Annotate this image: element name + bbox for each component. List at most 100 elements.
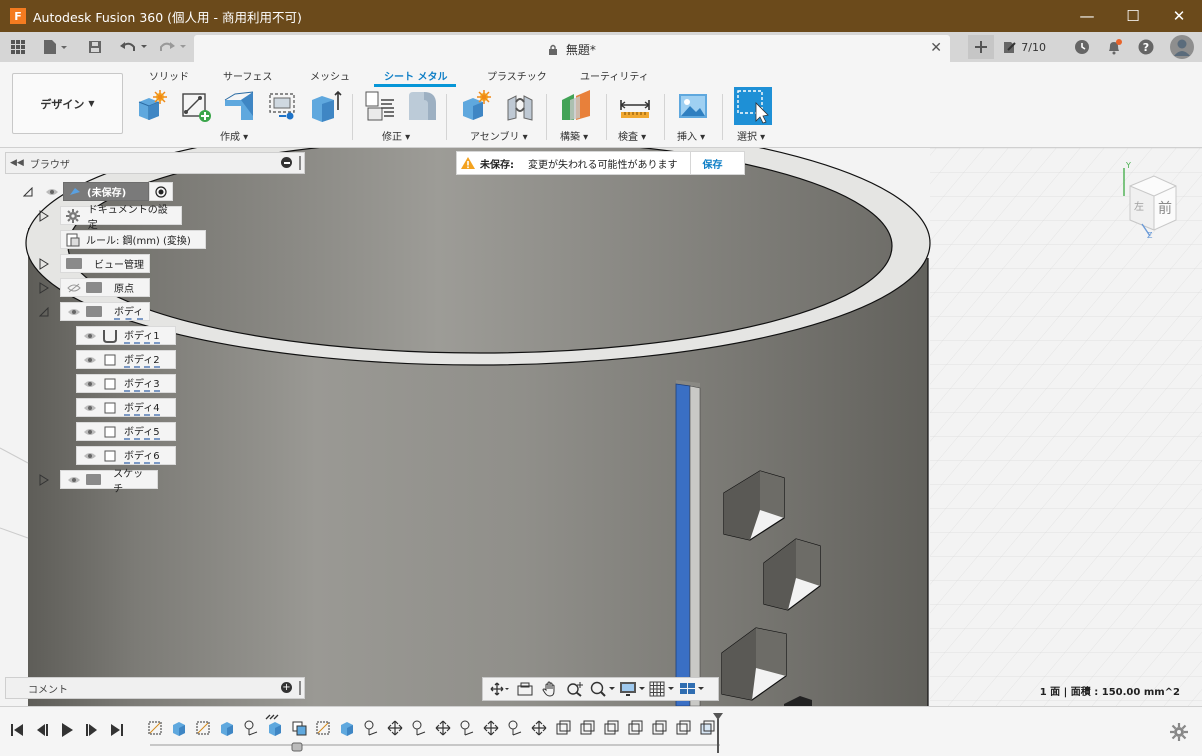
tree-item-doc-settings[interactable]: ドキュメントの設定 [38,205,182,231]
timeline-feature-sketch[interactable] [147,720,163,736]
tab-plastic[interactable]: プラスチック [487,68,547,83]
visibility-eye-icon[interactable] [82,402,98,414]
tree-item-rule[interactable]: ルール: 鋼(mm) (変換) [60,230,206,249]
tree-item-body[interactable]: ボディ5 [76,422,176,441]
timeline-feature-joint[interactable] [411,720,427,736]
tree-item-views[interactable]: ビュー管理 [38,254,150,273]
visibility-eye-icon[interactable] [82,330,98,342]
tree-item-bodies[interactable]: ボディ [38,302,150,321]
user-avatar[interactable] [1162,35,1202,59]
timeline-feature-extrude[interactable] [267,720,283,736]
pan-hand-icon[interactable] [537,679,562,699]
step-back-icon[interactable] [35,723,49,737]
browser-panel-header[interactable]: ◀◀ ブラウザ [5,152,305,174]
close-tab-icon[interactable]: ✕ [930,40,942,56]
timeline-feature-sheet-metal[interactable] [675,720,691,736]
notification-bell-icon[interactable] [1098,39,1130,55]
timeline-feature-sheet-metal[interactable] [555,720,571,736]
group-select[interactable]: 選択 ▾ [737,128,765,143]
save-link[interactable]: 保存 [703,156,723,171]
timeline-feature-extrude[interactable] [339,720,355,736]
timeline-settings-gear-icon[interactable] [1170,723,1188,741]
flange-icon[interactable] [223,90,255,122]
display-settings-icon[interactable] [617,679,647,699]
timeline-feature-move[interactable] [387,720,403,736]
redo-icon[interactable] [157,37,189,57]
tree-item-body[interactable]: ボディ3 [76,374,176,393]
visibility-eye-icon[interactable] [82,378,98,390]
timeline-feature-sheet-metal[interactable] [651,720,667,736]
tab-surface[interactable]: サーフェス [223,68,272,83]
bend-icon[interactable] [406,90,438,122]
tab-utilities[interactable]: ユーティリティ [580,68,649,83]
new-component-assemble-icon[interactable] [460,90,492,122]
timeline-feature-extrude[interactable] [171,720,187,736]
timeline-feature-move[interactable] [435,720,451,736]
root-component[interactable]: (未保存) [63,182,149,201]
group-construct[interactable]: 構築 ▾ [560,128,588,143]
clock-icon[interactable] [1066,39,1098,55]
browser-drag-handle[interactable] [299,156,301,170]
visibility-eye-icon[interactable] [66,474,82,486]
viewports-icon[interactable] [677,679,707,699]
expand-triangle-icon[interactable] [38,281,50,294]
expand-triangle-icon[interactable] [38,209,50,222]
extrude-icon[interactable] [310,90,342,122]
visibility-eye-icon[interactable] [66,306,82,318]
document-tab[interactable]: 無題* ✕ [194,35,950,62]
play-icon[interactable] [60,723,74,737]
timeline-feature-combine[interactable] [291,720,307,736]
workspace-switcher[interactable]: デザイン ▼ [12,73,123,134]
timeline-feature-sheet-metal[interactable] [627,720,643,736]
timeline-feature-sketch[interactable] [195,720,211,736]
new-tab-button[interactable] [968,35,995,59]
collapse-triangle-icon[interactable] [38,306,50,318]
look-at-icon[interactable] [512,679,537,699]
group-modify[interactable]: 修正 ▾ [382,128,410,143]
tab-solid[interactable]: ソリッド [149,68,189,83]
tree-root[interactable]: (未保存) [22,182,173,201]
collapse-browser-icon[interactable]: ◀◀ [10,158,24,168]
create-sketch-icon[interactable] [180,90,212,122]
group-insert[interactable]: 挿入 ▾ [677,128,705,143]
collapse-triangle-icon[interactable] [22,186,34,198]
save-icon[interactable] [86,37,104,57]
minimize-button[interactable]: — [1064,0,1110,32]
data-panel-grid-icon[interactable] [8,37,28,57]
visibility-eye-icon[interactable] [82,450,98,462]
zoom-icon[interactable] [562,679,587,699]
timeline-feature-move[interactable] [483,720,499,736]
timeline-feature-joint[interactable] [459,720,475,736]
tree-item-body[interactable]: ボディ6 [76,446,176,465]
fit-icon[interactable] [587,679,617,699]
step-forward-icon[interactable] [85,723,99,737]
timeline-feature-move[interactable] [531,720,547,736]
expand-triangle-icon[interactable] [38,257,50,270]
file-menu-icon[interactable] [40,37,70,57]
joint-icon[interactable] [504,90,536,122]
job-status-button[interactable]: 7/10 [1002,40,1046,54]
undo-icon[interactable] [118,37,150,57]
orbit-icon[interactable] [487,679,512,699]
convert-to-sheet-metal-icon[interactable] [364,90,396,122]
visibility-eye-icon[interactable] [44,186,60,198]
tab-sheet-metal[interactable]: シート メタル [384,68,447,83]
browser-minus-icon[interactable] [281,157,292,168]
add-comment-icon[interactable]: + [281,682,292,693]
visibility-eye-icon[interactable] [82,426,98,438]
tree-item-body[interactable]: ボディ4 [76,398,176,417]
expand-triangle-icon[interactable] [38,473,50,486]
group-inspect[interactable]: 検査 ▾ [618,128,646,143]
insert-image-icon[interactable] [677,90,709,122]
timeline-feature-extrude[interactable] [219,720,235,736]
timeline-feature-joint[interactable] [243,720,259,736]
group-assemble[interactable]: アセンブリ ▾ [470,128,528,143]
activate-radio-icon[interactable] [149,182,173,201]
tree-item-origin[interactable]: 原点 [38,278,150,297]
close-button[interactable]: ✕ [1156,0,1202,32]
hidden-eye-icon[interactable] [66,282,82,294]
help-icon[interactable]: ? [1130,39,1162,55]
measure-icon[interactable] [619,90,651,122]
select-icon[interactable] [734,87,772,125]
viewcube[interactable]: 前 左 Y Z [1118,158,1190,238]
